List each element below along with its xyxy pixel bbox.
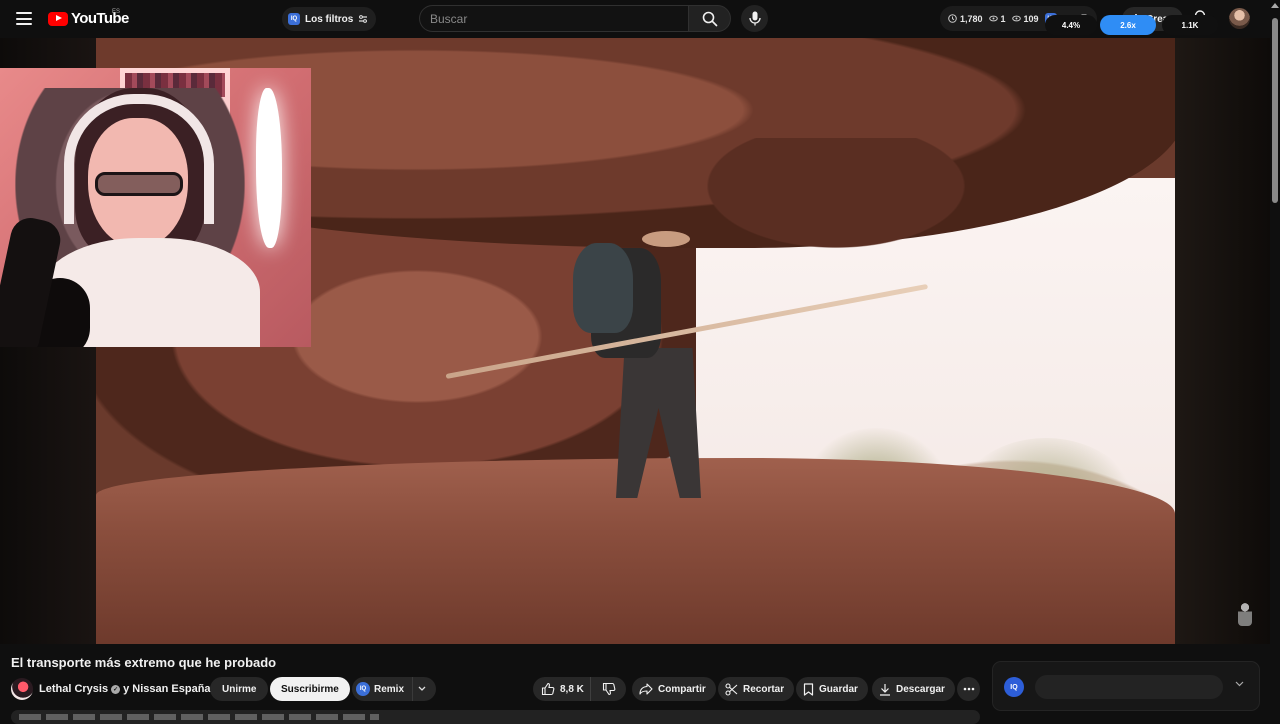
stat-value: 1,780 <box>960 13 983 24</box>
search-input[interactable] <box>430 11 689 26</box>
remix-dropdown[interactable] <box>412 677 430 701</box>
more-actions-button[interactable] <box>957 677 980 701</box>
filters-label: Los filtros <box>305 13 354 25</box>
filters-button[interactable]: IQ Los filtros <box>282 7 377 31</box>
join-button[interactable]: Unirme <box>210 677 269 701</box>
download-button[interactable]: Descargar <box>872 677 955 701</box>
metric-track <box>1035 675 1223 699</box>
share-arrow-icon <box>639 683 653 695</box>
scroll-thumb[interactable] <box>1272 18 1278 203</box>
menu-icon[interactable] <box>16 12 32 25</box>
chevron-down-icon <box>418 686 425 691</box>
description-text-cropped <box>19 714 379 720</box>
eye-icon <box>1011 15 1021 22</box>
metric-outlier[interactable]: 2.6x <box>1100 15 1156 35</box>
thumbs-up-icon <box>541 682 555 696</box>
join-label: Unirme <box>222 683 257 695</box>
like-count: 8,8 K <box>560 683 584 695</box>
subscribe-label: Suscribirme <box>281 683 339 695</box>
more-horizontal-icon <box>963 687 974 691</box>
channel-name-group[interactable]: Lethal Crysis y Nissan España <box>39 683 211 695</box>
iq-logo-icon[interactable]: IQ <box>1004 677 1024 697</box>
region-code: ES <box>112 9 121 15</box>
search-field[interactable] <box>419 5 689 32</box>
chevron-down-icon[interactable] <box>1235 681 1244 687</box>
voice-search-button[interactable] <box>741 5 768 32</box>
subscribe-button[interactable]: Suscribirme <box>270 677 350 701</box>
webcam-light <box>256 88 282 248</box>
page-scrollbar[interactable] <box>1270 0 1280 720</box>
eye-icon <box>988 15 998 22</box>
verified-icon <box>111 684 121 694</box>
channel-avatar[interactable] <box>11 678 33 700</box>
scissors-icon <box>725 682 738 696</box>
description-box[interactable] <box>11 710 980 724</box>
iq-icon: IQ <box>356 682 370 696</box>
logo-text: YouTube <box>71 10 129 27</box>
stat-views-b: 109 <box>1011 13 1039 24</box>
stat-views-a: 1 <box>988 13 1006 24</box>
streamer-webcam-overlay <box>0 68 311 347</box>
stat-value: 109 <box>1023 13 1039 24</box>
channel-info[interactable]: Lethal Crysis y Nissan España <box>11 676 211 702</box>
dislike-button[interactable] <box>590 677 626 701</box>
collab-channel[interactable]: y Nissan España <box>123 683 210 695</box>
bookmark-icon <box>803 682 814 696</box>
clock-icon <box>948 14 957 23</box>
sliders-icon <box>359 15 368 23</box>
scene-hiker-backpack <box>573 243 633 333</box>
stat-value: 1 <box>1000 13 1006 24</box>
search-button[interactable] <box>688 5 731 32</box>
video-title: El transporte más extremo que he probado <box>11 655 277 670</box>
remix-label: Remix <box>374 683 405 695</box>
iq-metrics-panel: IQ <box>992 661 1260 711</box>
stat-watch-time: 1,780 <box>948 14 983 24</box>
scene-rock-overhang <box>686 138 986 258</box>
player-ambient-right <box>1175 38 1270 644</box>
download-label: Descargar <box>896 683 945 695</box>
thumbs-down-icon <box>602 682 615 696</box>
download-icon <box>880 683 890 696</box>
like-button[interactable]: 8,8 K <box>533 677 590 701</box>
save-label: Guardar <box>819 683 858 695</box>
iq-icon: IQ <box>288 13 300 25</box>
clip-button[interactable]: Recortar <box>718 677 795 701</box>
video-player[interactable] <box>0 38 1270 644</box>
microphone-icon <box>748 11 761 26</box>
scene-hiker-hat <box>642 231 690 247</box>
channel-name[interactable]: Lethal Crysis <box>39 683 108 695</box>
save-button[interactable]: Guardar <box>796 677 868 701</box>
metric-engagement[interactable]: 4.4% <box>1045 15 1097 35</box>
account-avatar[interactable] <box>1229 8 1250 29</box>
share-button[interactable]: Compartir <box>632 677 716 701</box>
scroll-up-arrow-icon[interactable] <box>1271 3 1279 8</box>
clip-label: Recortar <box>743 683 785 695</box>
remix-button[interactable]: IQ Remix <box>352 677 437 701</box>
share-label: Compartir <box>658 683 706 695</box>
floating-widget-icon[interactable] <box>1238 602 1252 626</box>
search-icon <box>702 11 717 26</box>
metric-views-per-hour[interactable]: 1.1K <box>1162 15 1218 35</box>
webcam-headphones <box>64 94 214 224</box>
youtube-play-icon <box>48 11 68 26</box>
